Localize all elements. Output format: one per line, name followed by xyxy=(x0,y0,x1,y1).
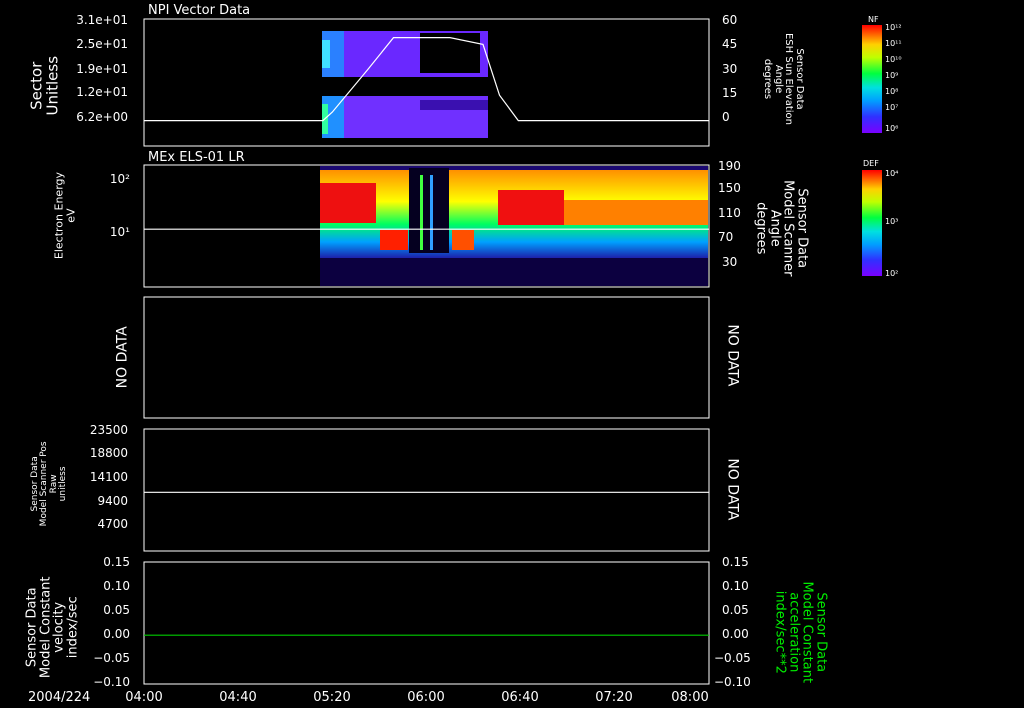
colorbar-1-ramp xyxy=(862,25,882,133)
right-ytick: 30 xyxy=(722,62,737,76)
ytick: 0.15 xyxy=(103,555,130,569)
xtick: 06:00 xyxy=(407,690,444,705)
ytick: 9400 xyxy=(97,494,128,508)
ytick: 10¹ xyxy=(110,225,130,239)
colorbar-tick: 10¹⁰ xyxy=(885,55,902,64)
panel-4-yticks: 23500 18800 14100 9400 4700 xyxy=(90,423,128,531)
npi-lower-band xyxy=(420,100,488,110)
right-ytick: −0.05 xyxy=(714,651,751,665)
colorbar-1: NF 10¹² 10¹¹ 10¹⁰ 10⁹ 10⁸ 10⁷ 10⁶ xyxy=(862,15,902,133)
right-ytick: 0.15 xyxy=(722,555,749,569)
xtick: 05:20 xyxy=(313,690,350,705)
right-ytick: 0.10 xyxy=(722,579,749,593)
els-hot-region-5 xyxy=(564,200,708,225)
right-ytick: 0 xyxy=(722,110,730,124)
x-axis-labels: 2004/224 04:00 04:40 05:20 06:00 06:40 0… xyxy=(28,690,709,705)
right-ytick: 30 xyxy=(722,255,737,269)
xtick: 06:40 xyxy=(501,690,538,705)
panel-2-right-yticks: 190 150 110 70 30 xyxy=(718,159,741,269)
els-gap-stripe-1 xyxy=(420,175,423,250)
panel-4-no-data-right: NO DATA xyxy=(724,458,741,521)
ytick: 4700 xyxy=(97,517,128,531)
els-gap-1 xyxy=(409,168,449,253)
panel-3-no-data-right: NO DATA xyxy=(724,324,741,387)
figure: NPI Vector Data MEx ELS-01 LR 3.1e+01 2.… xyxy=(28,3,902,705)
colorbar-tick: 10⁷ xyxy=(885,103,898,112)
ytick: 0.00 xyxy=(103,627,130,641)
ytick: 0.05 xyxy=(103,603,130,617)
panel-1-right-ylabel: Sensor Data ESH Sun Elevation Angle degr… xyxy=(762,32,806,126)
right-ytick: −0.10 xyxy=(714,675,751,689)
right-ytick: 60 xyxy=(722,13,737,27)
right-ytick: 0.00 xyxy=(722,627,749,641)
npi-gap-dark xyxy=(420,33,480,73)
panel-1-ylabel: Sector Unitless xyxy=(27,55,61,116)
panel-3-no-data-left: NO DATA xyxy=(114,326,131,389)
xtick: 04:00 xyxy=(125,690,162,705)
ytick: 18800 xyxy=(90,446,128,460)
right-ytick: 110 xyxy=(718,206,741,220)
xtick: 07:20 xyxy=(595,690,632,705)
xtick: 08:00 xyxy=(671,690,708,705)
panel-5-ylabel: Sensor Data Model Constant velocity inde… xyxy=(24,576,81,679)
right-ytick: 150 xyxy=(718,181,741,195)
panel-2-right-ylabel: Sensor Data Model Scanner Angle degrees xyxy=(753,180,810,277)
panel-1-right-yticks: 60 45 30 15 0 xyxy=(722,13,737,124)
panel-5-yticks: 0.15 0.10 0.05 0.00 −0.05 −0.10 xyxy=(93,555,130,689)
ytick: 6.2e+00 xyxy=(76,110,128,124)
els-gap-stripe-2 xyxy=(430,175,433,250)
xtick: 04:40 xyxy=(219,690,256,705)
colorbar-tick: 10⁴ xyxy=(885,169,898,178)
els-hot-region-3 xyxy=(452,230,474,250)
colorbar-tick: 10¹² xyxy=(885,23,902,32)
els-hot-region-4 xyxy=(498,190,564,225)
panel-4-ylabel: Sensor Data Model Scanner Pos Raw unitle… xyxy=(30,441,69,527)
ytick: −0.05 xyxy=(93,651,130,665)
ytick: 2.5e+01 xyxy=(76,37,128,51)
colorbar-tick: 10³ xyxy=(885,217,898,226)
ytick: 1.9e+01 xyxy=(76,62,128,76)
panel-5-frame xyxy=(143,561,710,685)
npi-block-upper-edge2 xyxy=(322,40,330,68)
els-hot-region-2 xyxy=(380,230,408,250)
colorbar-tick: 10⁹ xyxy=(885,71,898,80)
colorbar-tick: 10² xyxy=(885,269,898,278)
panel-2-yticks: 10² 10¹ xyxy=(110,172,130,239)
panel-1-spectrogram xyxy=(322,31,488,138)
colorbar-tick: 10⁸ xyxy=(885,87,898,96)
right-ytick: 45 xyxy=(722,37,737,51)
right-ytick: 15 xyxy=(722,86,737,100)
els-hot-region-1 xyxy=(320,183,376,223)
colorbar-1-label: NF xyxy=(868,15,879,24)
ytick: 1.2e+01 xyxy=(76,85,128,99)
ytick: 10² xyxy=(110,172,130,186)
right-ytick: 190 xyxy=(718,159,741,173)
panel-2-spectrogram xyxy=(320,166,708,286)
panel-5-right-ylabel: Sensor Data Model Constant acceleration … xyxy=(772,581,829,684)
ytick: 3.1e+01 xyxy=(76,13,128,27)
panel-4-frame xyxy=(143,428,710,552)
els-lower-noise xyxy=(320,258,708,286)
colorbar-tick: 10⁶ xyxy=(885,124,898,133)
ytick: 0.10 xyxy=(103,579,130,593)
colorbar-2-ramp xyxy=(862,170,882,276)
ytick: 14100 xyxy=(90,470,128,484)
panel-1-title: NPI Vector Data xyxy=(148,3,250,18)
panel-2-title: MEx ELS-01 LR xyxy=(148,150,245,165)
ytick: −0.10 xyxy=(93,675,130,689)
colorbar-2-label: DEF xyxy=(863,159,879,168)
panel-1-yticks: 3.1e+01 2.5e+01 1.9e+01 1.2e+01 6.2e+00 xyxy=(76,13,128,124)
panel-5-right-yticks: 0.15 0.10 0.05 0.00 −0.05 −0.10 xyxy=(714,555,751,689)
colorbar-tick: 10¹¹ xyxy=(885,39,902,48)
ytick: 23500 xyxy=(90,423,128,437)
panel-3-frame xyxy=(143,296,710,419)
colorbar-2: DEF 10⁴ 10³ 10² xyxy=(862,159,898,278)
right-ytick: 0.05 xyxy=(722,603,749,617)
panel-2-ylabel: Electron Energy eV xyxy=(52,171,77,260)
right-ytick: 70 xyxy=(718,230,733,244)
